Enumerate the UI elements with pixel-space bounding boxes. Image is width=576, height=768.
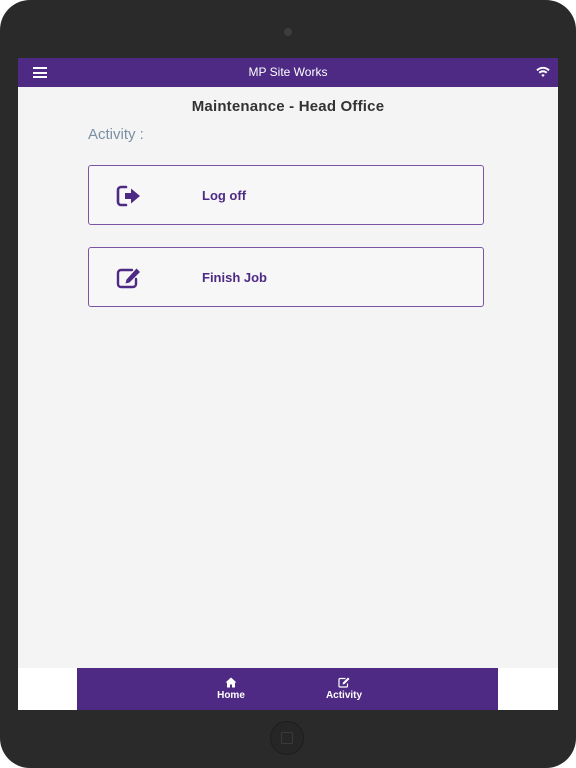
home-icon bbox=[225, 677, 237, 688]
tab-activity-label: Activity bbox=[325, 690, 363, 701]
edit-icon bbox=[338, 677, 350, 688]
tab-activity[interactable]: Activity bbox=[304, 668, 384, 710]
log-off-button[interactable]: Log off bbox=[88, 165, 484, 225]
wifi-icon bbox=[536, 66, 550, 77]
log-off-label: Log off bbox=[202, 188, 247, 203]
device-home-button[interactable] bbox=[270, 721, 304, 755]
tablet-frame: MP Site Works Maintenance - Head Office … bbox=[0, 0, 576, 768]
tab-home-label: Home bbox=[217, 690, 245, 701]
bottom-tab-bar: Home Activity bbox=[77, 668, 498, 710]
app-screen: MP Site Works Maintenance - Head Office … bbox=[18, 58, 558, 710]
sign-out-icon bbox=[116, 185, 140, 207]
page-title: Maintenance - Head Office bbox=[191, 98, 385, 115]
finish-job-button[interactable]: Finish Job bbox=[88, 247, 484, 307]
activity-section-label: Activity : bbox=[88, 126, 144, 143]
app-title: MP Site Works bbox=[248, 65, 328, 79]
top-app-bar: MP Site Works bbox=[18, 58, 558, 87]
front-camera bbox=[284, 28, 292, 36]
tab-home[interactable]: Home bbox=[191, 668, 271, 710]
finish-job-label: Finish Job bbox=[202, 270, 267, 285]
edit-icon bbox=[116, 268, 140, 289]
